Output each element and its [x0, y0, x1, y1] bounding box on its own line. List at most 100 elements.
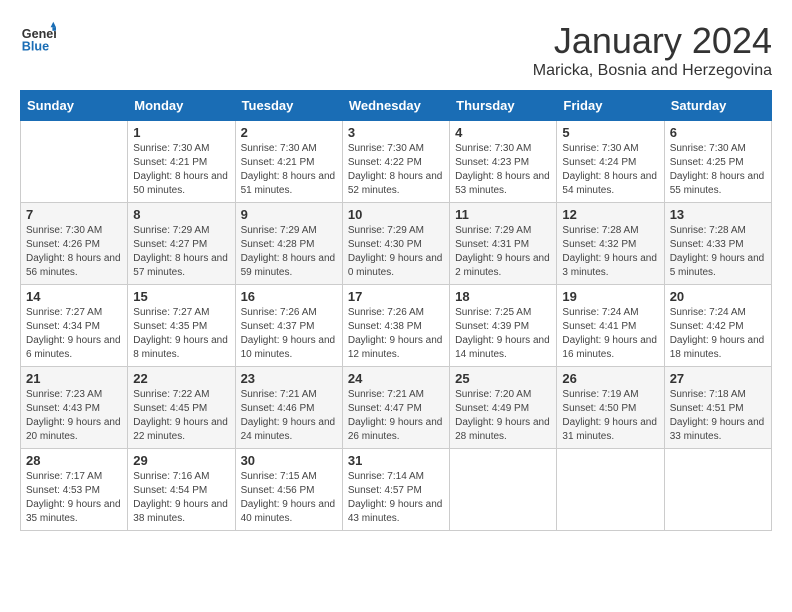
day-number: 20	[670, 289, 766, 304]
cell-week4-day6: 27Sunrise: 7:18 AMSunset: 4:51 PMDayligh…	[664, 367, 771, 449]
cell-info: Sunrise: 7:29 AMSunset: 4:31 PMDaylight:…	[455, 224, 551, 280]
week-row-5: 28Sunrise: 7:17 AMSunset: 4:53 PMDayligh…	[21, 449, 772, 531]
day-number: 17	[348, 289, 444, 304]
cell-info: Sunrise: 7:30 AMSunset: 4:26 PMDaylight:…	[26, 224, 122, 280]
cell-info: Sunrise: 7:30 AMSunset: 4:23 PMDaylight:…	[455, 142, 551, 198]
day-number: 22	[133, 371, 229, 386]
day-number: 19	[562, 289, 658, 304]
cell-week4-day1: 22 Sunrise: 7:22 AMSunset: 4:45 PMDayligh…	[128, 367, 235, 449]
week-row-3: 14 Sunrise: 7:27 AMSunset: 4:34 PMDayligh…	[21, 285, 772, 367]
cell-info: Sunrise: 7:29 AMSunset: 4:28 PMDaylight:…	[241, 224, 337, 280]
cell-week4-day4: 25Sunrise: 7:20 AMSunset: 4:49 PMDayligh…	[450, 367, 557, 449]
header-sunday: Sunday	[21, 91, 128, 121]
header-friday: Friday	[557, 91, 664, 121]
cell-week4-day0: 21Sunrise: 7:23 AMSunset: 4:43 PMDayligh…	[21, 367, 128, 449]
month-title: January 2024	[533, 20, 772, 62]
cell-info: Sunrise: 7:15 AMSunset: 4:56 PMDaylight:…	[241, 470, 337, 526]
cell-week5-day6	[664, 449, 771, 531]
day-number: 9	[241, 207, 337, 222]
cell-week2-day3: 10 Sunrise: 7:29 AMSunset: 4:30 PMDayligh…	[342, 203, 449, 285]
cell-week3-day2: 16 Sunrise: 7:26 AMSunset: 4:37 PMDayligh…	[235, 285, 342, 367]
day-number: 14	[26, 289, 122, 304]
cell-week2-day6: 13 Sunrise: 7:28 AMSunset: 4:33 PMDayligh…	[664, 203, 771, 285]
header: General Blue January 2024 Maricka, Bosni…	[20, 20, 772, 80]
day-number: 28	[26, 453, 122, 468]
cell-week3-day4: 18Sunrise: 7:25 AMSunset: 4:39 PMDayligh…	[450, 285, 557, 367]
cell-week2-day4: 11 Sunrise: 7:29 AMSunset: 4:31 PMDayligh…	[450, 203, 557, 285]
header-saturday: Saturday	[664, 91, 771, 121]
day-number: 3	[348, 125, 444, 140]
header-thursday: Thursday	[450, 91, 557, 121]
cell-week5-day2: 30 Sunrise: 7:15 AMSunset: 4:56 PMDayligh…	[235, 449, 342, 531]
cell-info: Sunrise: 7:21 AMSunset: 4:46 PMDaylight:…	[241, 388, 337, 444]
day-number: 13	[670, 207, 766, 222]
cell-week2-day2: 9 Sunrise: 7:29 AMSunset: 4:28 PMDaylight…	[235, 203, 342, 285]
logo: General Blue	[20, 20, 60, 56]
cell-info: Sunrise: 7:30 AMSunset: 4:24 PMDaylight:…	[562, 142, 658, 198]
day-number: 5	[562, 125, 658, 140]
header-tuesday: Tuesday	[235, 91, 342, 121]
cell-info: Sunrise: 7:27 AMSunset: 4:35 PMDaylight:…	[133, 306, 229, 362]
cell-info: Sunrise: 7:29 AMSunset: 4:27 PMDaylight:…	[133, 224, 229, 280]
cell-week4-day2: 23 Sunrise: 7:21 AMSunset: 4:46 PMDayligh…	[235, 367, 342, 449]
cell-week4-day3: 24 Sunrise: 7:21 AMSunset: 4:47 PMDayligh…	[342, 367, 449, 449]
cell-week5-day0: 28Sunrise: 7:17 AMSunset: 4:53 PMDayligh…	[21, 449, 128, 531]
cell-week1-day4: 4Sunrise: 7:30 AMSunset: 4:23 PMDaylight…	[450, 121, 557, 203]
cell-info: Sunrise: 7:26 AMSunset: 4:37 PMDaylight:…	[241, 306, 337, 362]
cell-week5-day4	[450, 449, 557, 531]
day-number: 12	[562, 207, 658, 222]
day-number: 29	[133, 453, 229, 468]
cell-week1-day5: 5 Sunrise: 7:30 AMSunset: 4:24 PMDaylight…	[557, 121, 664, 203]
cell-info: Sunrise: 7:28 AMSunset: 4:32 PMDaylight:…	[562, 224, 658, 280]
cell-week1-day1: 1Sunrise: 7:30 AMSunset: 4:21 PMDaylight…	[128, 121, 235, 203]
cell-week1-day0	[21, 121, 128, 203]
day-number: 11	[455, 207, 551, 222]
day-number: 23	[241, 371, 337, 386]
header-monday: Monday	[128, 91, 235, 121]
day-number: 10	[348, 207, 444, 222]
cell-week3-day5: 19 Sunrise: 7:24 AMSunset: 4:41 PMDayligh…	[557, 285, 664, 367]
cell-week2-day5: 12 Sunrise: 7:28 AMSunset: 4:32 PMDayligh…	[557, 203, 664, 285]
cell-info: Sunrise: 7:24 AMSunset: 4:41 PMDaylight:…	[562, 306, 658, 362]
cell-week4-day5: 26Sunrise: 7:19 AMSunset: 4:50 PMDayligh…	[557, 367, 664, 449]
cell-week5-day3: 31 Sunrise: 7:14 AMSunset: 4:57 PMDayligh…	[342, 449, 449, 531]
cell-week3-day1: 15Sunrise: 7:27 AMSunset: 4:35 PMDayligh…	[128, 285, 235, 367]
day-number: 6	[670, 125, 766, 140]
cell-info: Sunrise: 7:20 AMSunset: 4:49 PMDaylight:…	[455, 388, 551, 444]
logo-icon: General Blue	[20, 20, 56, 56]
cell-info: Sunrise: 7:22 AMSunset: 4:45 PMDaylight:…	[133, 388, 229, 444]
cell-info: Sunrise: 7:28 AMSunset: 4:33 PMDaylight:…	[670, 224, 766, 280]
cell-week1-day6: 6 Sunrise: 7:30 AMSunset: 4:25 PMDaylight…	[664, 121, 771, 203]
cell-info: Sunrise: 7:16 AMSunset: 4:54 PMDaylight:…	[133, 470, 229, 526]
day-number: 24	[348, 371, 444, 386]
cell-info: Sunrise: 7:27 AMSunset: 4:34 PMDaylight:…	[26, 306, 122, 362]
cell-info: Sunrise: 7:25 AMSunset: 4:39 PMDaylight:…	[455, 306, 551, 362]
cell-info: Sunrise: 7:26 AMSunset: 4:38 PMDaylight:…	[348, 306, 444, 362]
day-number: 27	[670, 371, 766, 386]
day-number: 7	[26, 207, 122, 222]
cell-info: Sunrise: 7:14 AMSunset: 4:57 PMDaylight:…	[348, 470, 444, 526]
day-number: 30	[241, 453, 337, 468]
weekday-header-row: Sunday Monday Tuesday Wednesday Thursday…	[21, 91, 772, 121]
cell-week1-day3: 3 Sunrise: 7:30 AMSunset: 4:22 PMDaylight…	[342, 121, 449, 203]
svg-text:Blue: Blue	[22, 40, 49, 54]
calendar-table: Sunday Monday Tuesday Wednesday Thursday…	[20, 90, 772, 531]
cell-week2-day0: 7 Sunrise: 7:30 AMSunset: 4:26 PMDaylight…	[21, 203, 128, 285]
cell-week5-day5	[557, 449, 664, 531]
day-number: 26	[562, 371, 658, 386]
header-wednesday: Wednesday	[342, 91, 449, 121]
cell-info: Sunrise: 7:23 AMSunset: 4:43 PMDaylight:…	[26, 388, 122, 444]
cell-info: Sunrise: 7:30 AMSunset: 4:25 PMDaylight:…	[670, 142, 766, 198]
cell-info: Sunrise: 7:24 AMSunset: 4:42 PMDaylight:…	[670, 306, 766, 362]
location-subtitle: Maricka, Bosnia and Herzegovina	[533, 62, 772, 80]
cell-info: Sunrise: 7:21 AMSunset: 4:47 PMDaylight:…	[348, 388, 444, 444]
cell-week3-day3: 17 Sunrise: 7:26 AMSunset: 4:38 PMDayligh…	[342, 285, 449, 367]
day-number: 2	[241, 125, 337, 140]
cell-info: Sunrise: 7:30 AMSunset: 4:21 PMDaylight:…	[241, 142, 337, 198]
title-area: January 2024 Maricka, Bosnia and Herzego…	[533, 20, 772, 80]
day-number: 16	[241, 289, 337, 304]
cell-week5-day1: 29 Sunrise: 7:16 AMSunset: 4:54 PMDayligh…	[128, 449, 235, 531]
day-number: 31	[348, 453, 444, 468]
cell-info: Sunrise: 7:30 AMSunset: 4:22 PMDaylight:…	[348, 142, 444, 198]
cell-info: Sunrise: 7:29 AMSunset: 4:30 PMDaylight:…	[348, 224, 444, 280]
